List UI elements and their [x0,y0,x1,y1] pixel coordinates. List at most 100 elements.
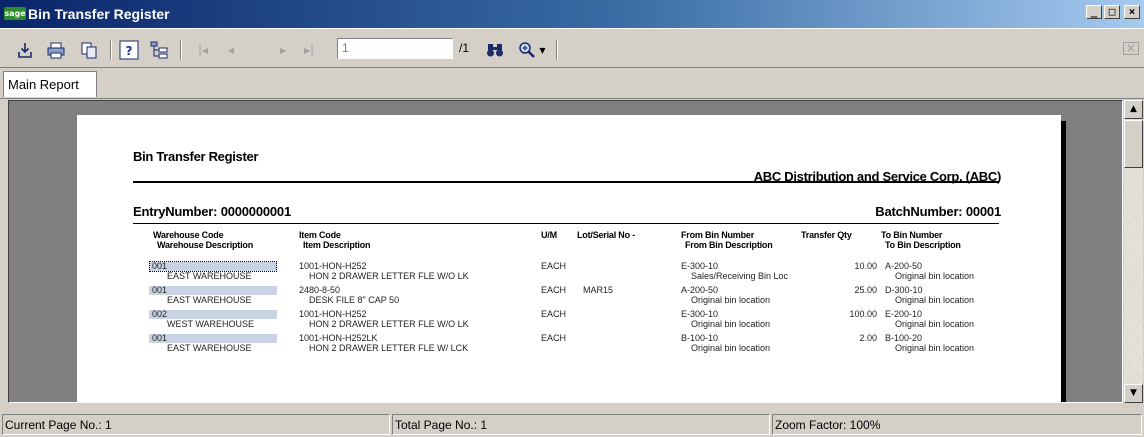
window-title: Bin Transfer Register [28,6,170,22]
tab-strip: Main Report [0,68,1144,99]
scrollbar-thumb[interactable] [1124,120,1143,168]
cell-warehouse-code: 001 [152,285,168,295]
cell-to-desc: Original bin location [895,271,975,281]
cell-warehouse-code: 002 [152,309,168,319]
close-icon: × [1122,41,1140,55]
report-page: Bin Transfer Register ABC Distribution a… [77,115,1061,402]
arrow-up-icon: ▲ [1130,104,1137,114]
export-button[interactable] [14,38,36,62]
cell-warehouse-code: 001 [152,333,168,343]
cell-qty: 2.00 [859,333,877,343]
cell-qty: 10.00 [854,261,877,271]
cell-to-desc: Original bin location [895,343,975,353]
header-from-bin: From Bin Number From Bin Description [681,230,773,250]
cell-from-bin: E-300-10 [681,309,719,319]
page-shadow [1061,121,1066,402]
total-page-status: Total Page No.: 1 [392,414,770,435]
header-warehouse: Warehouse Code Warehouse Description [153,230,253,250]
copy-button[interactable] [78,38,100,62]
cell-warehouse-desc: WEST WAREHOUSE [167,319,255,329]
page-number-input[interactable]: 1 [337,38,453,59]
chevron-down-icon: ▼ [539,45,546,55]
cell-item-code: 1001-HON-H252 [299,309,367,319]
close-window-button[interactable]: × [1124,5,1140,19]
page-total-label: /1 [459,41,470,55]
toolbar-separator [180,40,182,60]
cell-to-bin: E-200-10 [885,309,923,319]
cell-from-desc: Sales/Receiving Bin Loc [691,271,789,281]
current-page-status: Current Page No.: 1 [2,414,390,435]
warehouse-highlight [149,310,277,319]
cell-lot: MAR15 [583,285,614,295]
header-qty: Transfer Qty [801,230,852,240]
copy-icon [81,42,97,59]
cell-item-code: 1001-HON-H252LK [299,333,378,343]
header-to-bin-desc: To Bin Description [885,240,961,250]
header-warehouse-code: Warehouse Code [153,230,224,240]
header-item-code: Item Code [299,230,341,240]
cell-warehouse-desc: EAST WAREHOUSE [167,271,252,281]
next-page-button[interactable]: ▸ [276,38,290,62]
report-viewport[interactable]: Bin Transfer Register ABC Distribution a… [8,100,1123,403]
header-to-bin-number: To Bin Number [881,230,943,240]
zoom-status: Zoom Factor: 100% [772,414,1142,435]
toolbar-separator [556,40,558,60]
maximize-button[interactable]: □ [1104,5,1120,19]
zoom-dropdown[interactable]: ▼ [514,38,550,62]
cell-um: EACH [541,261,567,271]
arrow-down-icon: ▼ [1130,388,1137,398]
cell-um: EACH [541,309,567,319]
toolbar [0,28,1144,68]
cell-qty: 100.00 [849,309,877,319]
svg-text:?: ? [126,44,133,58]
cell-um: EACH [541,285,567,295]
title-bar[interactable]: sage Bin Transfer Register _ □ × [0,0,1144,28]
search-button[interactable] [484,38,506,62]
print-button[interactable] [44,38,68,62]
cell-item-desc: DESK FILE 8" CAP 50 [309,295,400,305]
export-icon [18,43,32,58]
report-viewer-window: sage Bin Transfer Register _ □ × ? |◂ ◂ … [0,0,1144,437]
next-page-icon: ▸ [279,43,287,57]
scroll-down-button[interactable]: ▼ [1124,384,1143,403]
cell-from-desc: Original bin location [691,319,771,329]
cell-warehouse-code[interactable]: 001 [152,261,167,271]
header-from-bin-desc: From Bin Description [685,240,773,250]
divider [133,181,999,183]
cell-item-code: 2480-8-50 [299,285,341,295]
tab-main-report[interactable]: Main Report [3,71,97,97]
printer-icon [47,42,65,59]
last-page-button[interactable]: ▸| [302,38,316,62]
help-button[interactable]: ? [118,38,140,62]
group-tree-button[interactable] [148,38,170,62]
binoculars-icon [487,44,503,57]
header-to-bin: To Bin Number To Bin Description [881,230,961,250]
help-icon: ? [119,40,139,60]
first-page-button[interactable]: |◂ [196,38,210,62]
zoom-icon [519,42,536,58]
cell-to-desc: Original bin location [895,319,975,329]
entry-number: EntryNumber: 0000000001 [133,204,291,219]
toolbar-separator [110,40,112,60]
warehouse-highlight [149,334,277,343]
cell-warehouse-desc: EAST WAREHOUSE [167,295,252,305]
close-report-button[interactable]: × [1122,40,1140,56]
cell-item-desc: HON 2 DRAWER LETTER FLE W/O LK [309,271,469,281]
previous-page-button[interactable]: ◂ [224,38,238,62]
scroll-up-button[interactable]: ▲ [1124,100,1143,119]
first-page-icon: |◂ [197,43,209,57]
cell-item-desc: HON 2 DRAWER LETTER FLE W/O LK [309,319,469,329]
cell-warehouse-desc: EAST WAREHOUSE [167,343,252,353]
cell-um: EACH [541,333,567,343]
warehouse-highlight [149,286,277,295]
cell-item-code: 1001-HON-H252 [299,261,367,271]
report-title: Bin Transfer Register [133,149,259,164]
header-lot: Lot/Serial No - [577,230,636,240]
minimize-button[interactable]: _ [1086,5,1102,19]
cell-to-bin: B-100-20 [885,333,923,343]
cell-from-bin: E-300-10 [681,261,719,271]
tree-icon [150,41,168,59]
vertical-scrollbar[interactable]: ▲ ▼ [1124,100,1143,403]
cell-from-desc: Original bin location [691,295,771,305]
cell-qty: 25.00 [854,285,877,295]
